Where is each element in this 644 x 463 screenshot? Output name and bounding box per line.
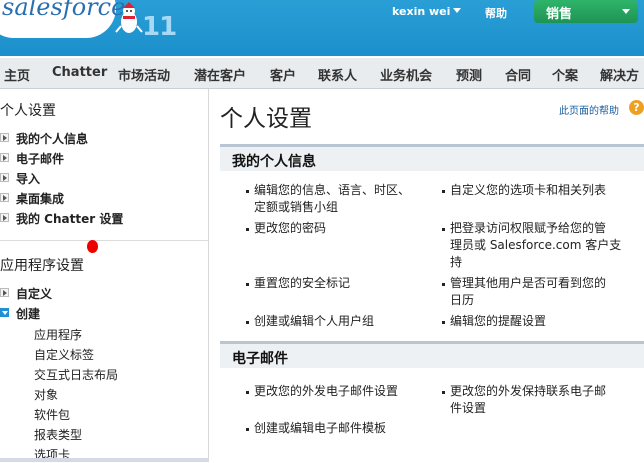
collapse-icon[interactable] bbox=[0, 308, 9, 317]
sidebar-item-customize[interactable]: 自定义 bbox=[16, 285, 52, 302]
main-content: 个人设置 此页面的帮助 ? 我的个人信息 编辑您的信息、语言、时区、 定额或销售… bbox=[209, 89, 644, 462]
tab-campaigns[interactable]: 市场活动 bbox=[118, 65, 170, 84]
link-change-password[interactable]: 更改您的密码 bbox=[254, 220, 434, 237]
link-text: 件设置 bbox=[450, 401, 487, 415]
section-email: 电子邮件 更改您的外发电子邮件设置 更改您的外发保持联系电子邮 件设置 创建或编… bbox=[220, 341, 644, 454]
link-personal-groups[interactable]: 创建或编辑个人用户组 bbox=[254, 313, 434, 330]
sidebar-title-app: 应用程序设置 bbox=[0, 258, 84, 274]
help-icon[interactable]: ? bbox=[629, 100, 644, 115]
link-text: 自定义您的选项卡和相关列表 bbox=[450, 183, 607, 197]
link-text: 更改您的外发电子邮件设置 bbox=[254, 384, 399, 398]
expand-icon[interactable] bbox=[0, 173, 9, 182]
link-text: 创建或编辑个人用户组 bbox=[254, 314, 375, 328]
link-text: 重置您的安全标记 bbox=[254, 276, 351, 290]
link-text: 更改您的密码 bbox=[254, 221, 327, 235]
tab-accounts[interactable]: 客户 bbox=[270, 65, 296, 84]
mascot-icon bbox=[115, 2, 143, 33]
tab-cases[interactable]: 个案 bbox=[552, 65, 578, 84]
chevron-down-icon[interactable] bbox=[453, 8, 461, 13]
page-help-link[interactable]: 此页面的帮助 bbox=[559, 102, 619, 117]
sidebar-subitem-packages[interactable]: 软件包 bbox=[34, 406, 70, 423]
tab-leads[interactable]: 潜在客户 bbox=[194, 65, 246, 84]
sidebar-subitem-objects[interactable]: 对象 bbox=[34, 386, 58, 403]
header-bar: salesforce 11 kexin wei 帮助 销售 bbox=[0, 0, 644, 56]
expand-icon[interactable] bbox=[0, 153, 9, 162]
salesforce-logo[interactable]: salesforce bbox=[2, 0, 125, 21]
link-text: 理员或 Salesforce.com 客户支 bbox=[450, 238, 622, 252]
tab-home[interactable]: 主页 bbox=[4, 65, 30, 84]
tab-bar: 主页 Chatter 市场活动 潜在客户 客户 联系人 业务机会 预测 合同 个… bbox=[0, 58, 644, 89]
link-text: 编辑您的提醒设置 bbox=[450, 314, 547, 328]
link-text: 把登录访问权限赋予给您的管 bbox=[450, 221, 607, 235]
app-menu-label: 销售 bbox=[546, 7, 573, 22]
bullet-icon bbox=[246, 283, 249, 286]
bullet-icon bbox=[442, 283, 445, 286]
sidebar-subitem-custom-labels[interactable]: 自定义标签 bbox=[34, 346, 94, 363]
tab-forecasts[interactable]: 预测 bbox=[456, 65, 482, 84]
link-text: 定额或销售小组 bbox=[254, 200, 339, 214]
user-menu[interactable]: kexin wei bbox=[392, 5, 450, 18]
link-text: 管理其他用户是否可看到您的 bbox=[450, 276, 607, 290]
bullet-icon bbox=[246, 428, 249, 431]
link-calendar-sharing[interactable]: 管理其他用户是否可看到您的 日历 bbox=[450, 275, 640, 309]
section-title: 电子邮件 bbox=[232, 351, 288, 367]
section-title: 我的个人信息 bbox=[232, 154, 316, 170]
tab-contracts[interactable]: 合同 bbox=[505, 65, 531, 84]
app-menu-button[interactable]: 销售 bbox=[534, 0, 638, 23]
link-stay-in-touch-settings[interactable]: 更改您的外发保持联系电子邮 件设置 bbox=[450, 383, 640, 417]
expand-icon[interactable] bbox=[0, 193, 9, 202]
sidebar-item-email[interactable]: 电子邮件 bbox=[16, 150, 64, 167]
help-link[interactable]: 帮助 bbox=[485, 5, 507, 21]
bullet-icon bbox=[246, 190, 249, 193]
link-text: 持 bbox=[450, 255, 463, 269]
sidebar-item-chatter[interactable]: 我的 Chatter 设置 bbox=[16, 210, 123, 227]
tab-contacts[interactable]: 联系人 bbox=[318, 65, 357, 84]
sidebar-divider bbox=[0, 240, 208, 241]
setup-sidebar: 个人设置 我的个人信息 电子邮件 导入 桌面集成 我的 Chatter 设置 应… bbox=[0, 89, 209, 462]
bullet-icon bbox=[442, 228, 445, 231]
sidebar-subitem-apps[interactable]: 应用程序 bbox=[34, 326, 82, 343]
link-text: 创建或编辑电子邮件模板 bbox=[254, 421, 387, 435]
chevron-down-icon bbox=[622, 9, 630, 14]
section-header: 电子邮件 bbox=[220, 344, 644, 368]
sidebar-subitem-log-layouts[interactable]: 交互式日志布局 bbox=[34, 366, 118, 383]
bullet-icon bbox=[246, 228, 249, 231]
link-text: 更改您的外发保持联系电子邮 bbox=[450, 384, 607, 398]
sidebar-item-create[interactable]: 创建 bbox=[16, 305, 40, 322]
expand-icon[interactable] bbox=[0, 288, 9, 297]
link-reset-token[interactable]: 重置您的安全标记 bbox=[254, 275, 434, 292]
link-reminder-settings[interactable]: 编辑您的提醒设置 bbox=[450, 313, 640, 330]
sidebar-item-my-info[interactable]: 我的个人信息 bbox=[16, 130, 88, 147]
bullet-icon bbox=[442, 190, 445, 193]
annotation-mark bbox=[87, 240, 98, 253]
link-text: 日历 bbox=[450, 293, 475, 307]
link-outgoing-email-settings[interactable]: 更改您的外发电子邮件设置 bbox=[254, 383, 434, 400]
bullet-icon bbox=[442, 321, 445, 324]
link-email-templates[interactable]: 创建或编辑电子邮件模板 bbox=[254, 420, 434, 437]
tab-opportunities[interactable]: 业务机会 bbox=[380, 65, 432, 84]
link-customize-tabs[interactable]: 自定义您的选项卡和相关列表 bbox=[450, 182, 640, 199]
section-header: 我的个人信息 bbox=[220, 147, 644, 171]
section-my-info: 我的个人信息 编辑您的信息、语言、时区、 定额或销售小组 自定义您的选项卡和相关… bbox=[220, 144, 644, 339]
tab-solutions[interactable]: 解决方 bbox=[600, 65, 639, 84]
sidebar-subitem-report-types[interactable]: 报表类型 bbox=[34, 426, 82, 443]
expand-icon[interactable] bbox=[0, 133, 9, 142]
link-text: 编辑您的信息、语言、时区、 bbox=[254, 183, 411, 197]
sidebar-item-import[interactable]: 导入 bbox=[16, 170, 40, 187]
expand-icon[interactable] bbox=[0, 213, 9, 222]
link-grant-login-access[interactable]: 把登录访问权限赋予给您的管 理员或 Salesforce.com 客户支 持 bbox=[450, 220, 640, 271]
sidebar-item-desktop[interactable]: 桌面集成 bbox=[16, 190, 64, 207]
tab-chatter[interactable]: Chatter bbox=[52, 65, 107, 80]
sidebar-title-personal: 个人设置 bbox=[0, 103, 56, 119]
bullet-icon bbox=[442, 391, 445, 394]
bullet-icon bbox=[246, 391, 249, 394]
release-badge: 11 bbox=[142, 12, 177, 42]
bullet-icon bbox=[246, 321, 249, 324]
page-title: 个人设置 bbox=[220, 106, 312, 132]
link-edit-info[interactable]: 编辑您的信息、语言、时区、 定额或销售小组 bbox=[254, 182, 434, 216]
